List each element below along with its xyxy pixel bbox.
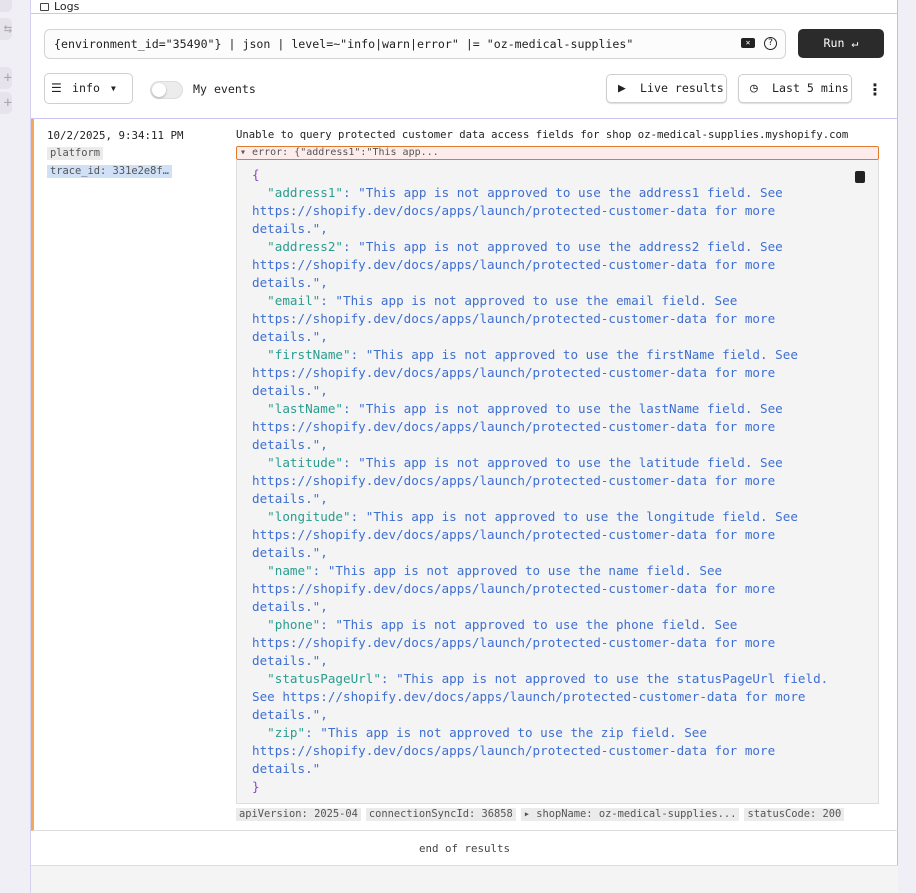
error-toggle[interactable]: ▾ error: {"address1":"This app...: [236, 146, 879, 160]
end-of-results: end of results: [418, 842, 510, 855]
level-value: info: [72, 81, 100, 95]
timestamp: 10/2/2025, 9:34:11 PM: [47, 129, 184, 142]
json-key: "firstName": [267, 347, 351, 362]
add-icon[interactable]: +: [0, 92, 12, 114]
sidebar-icon[interactable]: [0, 0, 12, 12]
log-entry[interactable]: 10/2/2025, 9:34:11 PM platform trace_id:…: [31, 119, 898, 831]
log-message: Unable to query protected customer data …: [236, 129, 849, 141]
more-options-icon[interactable]: ⋮: [867, 80, 883, 99]
brace: {: [252, 167, 260, 182]
error-summary: error: {"address1":"This app...: [252, 147, 439, 158]
json-key: "address2": [267, 239, 343, 254]
json-key: "phone": [267, 617, 321, 632]
json-key: "zip": [267, 725, 306, 740]
query-input[interactable]: {environment_id="35490"} | json | level=…: [44, 29, 786, 59]
caret-down-icon: ▾: [240, 147, 253, 158]
filter-icon: ☰: [51, 81, 62, 95]
panel-title: Logs: [54, 0, 80, 13]
run-button[interactable]: Run ↵: [798, 29, 884, 58]
json-content: { "address1": "This app is not approved …: [252, 167, 836, 794]
level-select[interactable]: ☰ info ▼: [44, 73, 133, 104]
field-tag[interactable]: connectionSyncId: 36858: [365, 808, 516, 821]
brace: }: [252, 779, 260, 794]
json-key: "email": [267, 293, 321, 308]
json-key: "latitude": [267, 455, 343, 470]
copy-icon[interactable]: [855, 171, 865, 183]
live-results-button[interactable]: ▶ Live results: [606, 74, 727, 103]
json-value: "This app is not approved to use the pho…: [252, 617, 783, 668]
query-text: {environment_id="35490"} | json | level=…: [54, 37, 634, 51]
my-events-toggle[interactable]: [150, 81, 183, 99]
json-viewer: { "address1": "This app is not approved …: [236, 160, 879, 804]
panel-header: Logs: [31, 0, 897, 14]
logs-panel: Logs {environment_id="35490"} | json | l…: [30, 0, 898, 893]
field-tag[interactable]: apiVersion: 2025-04: [236, 808, 361, 821]
clock-icon: ◷: [750, 81, 758, 96]
trace-id-tag[interactable]: trace_id: 331e2e8f…: [47, 165, 172, 178]
play-icon: ▶: [618, 81, 626, 96]
my-events-label: My events: [193, 82, 256, 96]
json-key: "statusPageUrl": [267, 671, 381, 686]
chevron-down-icon: ▼: [111, 84, 116, 93]
logs-icon: [40, 3, 49, 11]
clear-icon[interactable]: ✕: [741, 38, 755, 48]
json-value: "This app is not approved to use the ema…: [252, 293, 783, 344]
json-key: "longitude": [267, 509, 351, 524]
time-range-button[interactable]: ◷ Last 5 mins: [738, 74, 852, 103]
json-value: "This app is not approved to use the zip…: [252, 725, 783, 776]
folder-add-icon[interactable]: ⇆: [0, 18, 12, 40]
help-icon[interactable]: ?: [764, 37, 777, 50]
sidebar: ⇆ + +: [0, 0, 30, 893]
source-tag[interactable]: platform: [47, 147, 104, 160]
json-key: "name": [267, 563, 313, 578]
json-value: "This app is not approved to use the nam…: [252, 563, 783, 614]
footer-area: [31, 865, 898, 893]
json-key: "address1": [267, 185, 343, 200]
add-icon[interactable]: +: [0, 67, 12, 89]
json-key: "lastName": [267, 401, 343, 416]
field-tag[interactable]: statusCode: 200: [744, 808, 845, 821]
field-tag[interactable]: ▸ shopName: oz-medical-supplies...: [520, 808, 740, 821]
field-tags: apiVersion: 2025-04 connectionSyncId: 368…: [236, 808, 845, 821]
